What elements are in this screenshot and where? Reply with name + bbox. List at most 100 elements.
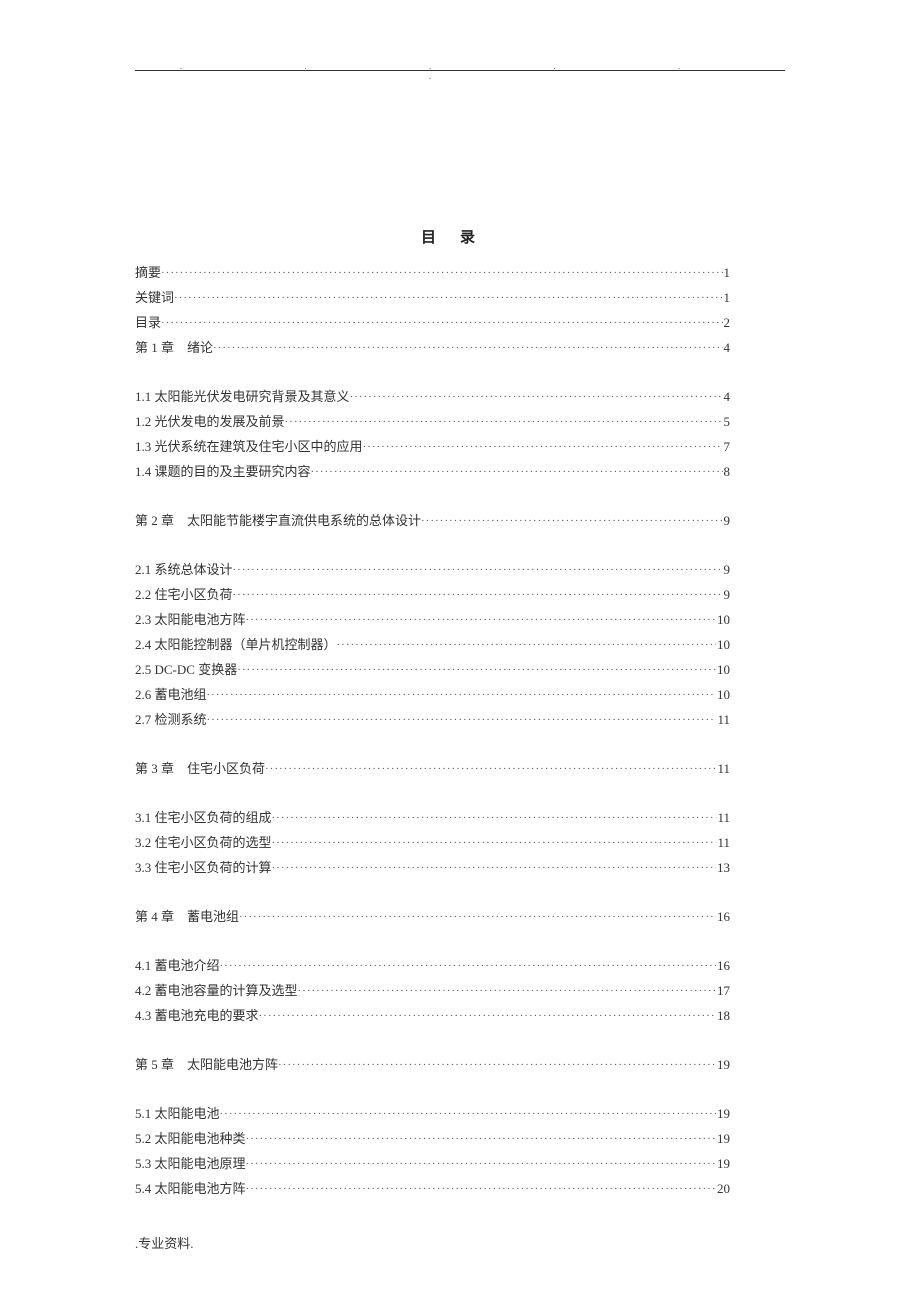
toc-leader-dots bbox=[278, 1053, 716, 1077]
toc-entry: 3.2 住宅小区负荷的选型 11 bbox=[135, 831, 730, 856]
toc-leader-dots bbox=[239, 905, 716, 929]
toc-leader-dots bbox=[350, 385, 723, 409]
toc-leader-dots bbox=[298, 979, 716, 1003]
toc-leader-dots bbox=[237, 658, 716, 682]
toc-label: 2.4 太阳能控制器（单片机控制器） bbox=[135, 633, 337, 657]
toc-entry: 目录 2 bbox=[135, 311, 730, 336]
toc-ch3-items: 3.1 住宅小区负荷的组成 11 3.2 住宅小区负荷的选型 11 3.3 住宅… bbox=[135, 806, 730, 881]
toc-label: 1.2 光伏发电的发展及前景 bbox=[135, 410, 285, 434]
toc-leader-dots bbox=[272, 806, 717, 830]
toc-page-number: 9 bbox=[723, 583, 731, 607]
toc-entry: 关键词 1 bbox=[135, 286, 730, 311]
toc-page-number: 11 bbox=[716, 806, 730, 830]
toc-page-number: 10 bbox=[716, 683, 730, 707]
toc-leader-dots bbox=[246, 1177, 716, 1201]
toc-entry: 4.3 蓄电池充电的要求 18 bbox=[135, 1004, 730, 1029]
toc-chapter-header: 第 4 章 蓄电池组 16 bbox=[135, 905, 730, 930]
toc-label: 摘要 bbox=[135, 261, 161, 285]
toc-entry: 3.3 住宅小区负荷的计算 13 bbox=[135, 856, 730, 881]
toc-label: 第 3 章 住宅小区负荷 bbox=[135, 757, 265, 781]
toc-entry: 2.2 住宅小区负荷 9 bbox=[135, 583, 730, 608]
toc-page-number: 11 bbox=[716, 757, 730, 781]
toc-leader-dots bbox=[233, 558, 723, 582]
toc-entry: 5.2 太阳能电池种类 19 bbox=[135, 1127, 730, 1152]
toc-label: 5.2 太阳能电池种类 bbox=[135, 1127, 246, 1151]
toc-entry: 4.1 蓄电池介绍 16 bbox=[135, 954, 730, 979]
toc-leader-dots bbox=[272, 856, 716, 880]
toc-entry: 4.2 蓄电池容量的计算及选型 17 bbox=[135, 979, 730, 1004]
toc-page-number: 19 bbox=[716, 1152, 730, 1176]
toc-label: 2.7 检测系统 bbox=[135, 708, 207, 732]
toc-label: 2.3 太阳能电池方阵 bbox=[135, 608, 246, 632]
toc-page-number: 10 bbox=[716, 608, 730, 632]
toc-front-matter: 摘要 1 关键词 1 目录 2 第 1 章 绪论 4 bbox=[135, 261, 730, 361]
toc-entry: 2.4 太阳能控制器（单片机控制器） 10 bbox=[135, 633, 730, 658]
toc-ch4-items: 4.1 蓄电池介绍 16 4.2 蓄电池容量的计算及选型 17 4.3 蓄电池充… bbox=[135, 954, 730, 1029]
toc-entry: 1.1 太阳能光伏发电研究背景及其意义 4 bbox=[135, 385, 730, 410]
toc-page-number: 19 bbox=[716, 1053, 730, 1077]
toc-label: 2.2 住宅小区负荷 bbox=[135, 583, 233, 607]
toc-label: 2.5 DC-DC 变换器 bbox=[135, 658, 237, 682]
toc-page-number: 1 bbox=[723, 286, 731, 310]
toc-page-number: 11 bbox=[716, 831, 730, 855]
toc-page-number: 17 bbox=[716, 979, 730, 1003]
toc-entry: 2.3 太阳能电池方阵 10 bbox=[135, 608, 730, 633]
toc-page-number: 1 bbox=[723, 261, 731, 285]
toc-leader-dots bbox=[311, 460, 723, 484]
toc-entry: 5.4 太阳能电池方阵 20 bbox=[135, 1177, 730, 1202]
toc-entry: 1.3 光伏系统在建筑及住宅小区中的应用 7 bbox=[135, 435, 730, 460]
footer-text: .专业资料. bbox=[135, 1233, 194, 1252]
toc-leader-dots bbox=[233, 583, 723, 607]
toc-page-number: 4 bbox=[723, 336, 731, 360]
toc-entry: 1.4 课题的目的及主要研究内容 8 bbox=[135, 460, 730, 485]
toc-entry: 5.3 太阳能电池原理 19 bbox=[135, 1152, 730, 1177]
toc-page-number: 20 bbox=[716, 1177, 730, 1201]
toc-entry: 2.1 系统总体设计 9 bbox=[135, 558, 730, 583]
toc-entry: 2.6 蓄电池组 10 bbox=[135, 683, 730, 708]
toc-leader-dots bbox=[272, 831, 717, 855]
toc-label: 5.4 太阳能电池方阵 bbox=[135, 1177, 246, 1201]
toc-page-number: 5 bbox=[723, 410, 731, 434]
toc-label: 5.3 太阳能电池原理 bbox=[135, 1152, 246, 1176]
toc-chapter-header: 第 2 章 太阳能节能楼宇直流供电系统的总体设计 9 bbox=[135, 509, 730, 534]
toc-entry: 1.2 光伏发电的发展及前景 5 bbox=[135, 410, 730, 435]
toc-leader-dots bbox=[246, 1152, 716, 1176]
toc-leader-dots bbox=[285, 410, 723, 434]
toc-label: 3.2 住宅小区负荷的选型 bbox=[135, 831, 272, 855]
toc-page-number: 9 bbox=[723, 509, 731, 533]
document-page: . . . . . . 目录 摘要 1 关键词 1 目录 2 第 1 章 绪 bbox=[0, 0, 920, 1242]
toc-label: 2.6 蓄电池组 bbox=[135, 683, 207, 707]
toc-leader-dots bbox=[337, 633, 716, 657]
toc-page-number: 16 bbox=[716, 905, 730, 929]
toc-leader-dots bbox=[265, 757, 716, 781]
toc-page-number: 2 bbox=[723, 311, 731, 335]
toc-leader-dots bbox=[220, 1102, 716, 1126]
toc-entry: 2.5 DC-DC 变换器 10 bbox=[135, 658, 730, 683]
toc-leader-dots bbox=[246, 1127, 716, 1151]
toc-label: 第 4 章 蓄电池组 bbox=[135, 905, 239, 929]
toc-page-number: 13 bbox=[716, 856, 730, 880]
toc-label: 第 2 章 太阳能节能楼宇直流供电系统的总体设计 bbox=[135, 509, 421, 533]
toc-label: 4.3 蓄电池充电的要求 bbox=[135, 1004, 259, 1028]
toc-chapter-header: 第 3 章 住宅小区负荷 11 bbox=[135, 757, 730, 782]
toc-leader-dots bbox=[161, 311, 722, 335]
toc-label: 5.1 太阳能电池 bbox=[135, 1102, 220, 1126]
toc-page-number: 8 bbox=[723, 460, 731, 484]
toc-page-number: 18 bbox=[716, 1004, 730, 1028]
toc-label: 1.4 课题的目的及主要研究内容 bbox=[135, 460, 311, 484]
toc-label: 1.1 太阳能光伏发电研究背景及其意义 bbox=[135, 385, 350, 409]
toc-page-number: 11 bbox=[716, 708, 730, 732]
toc-label: 1.3 光伏系统在建筑及住宅小区中的应用 bbox=[135, 435, 363, 459]
toc-title: 目录 bbox=[135, 226, 785, 247]
toc-leader-dots bbox=[213, 336, 722, 360]
toc-label: 3.3 住宅小区负荷的计算 bbox=[135, 856, 272, 880]
toc-label: 3.1 住宅小区负荷的组成 bbox=[135, 806, 272, 830]
toc-content: 摘要 1 关键词 1 目录 2 第 1 章 绪论 4 1.1 太阳 bbox=[135, 261, 730, 1202]
toc-leader-dots bbox=[174, 286, 722, 310]
toc-page-number: 19 bbox=[716, 1127, 730, 1151]
toc-leader-dots bbox=[161, 261, 722, 285]
toc-leader-dots bbox=[220, 954, 716, 978]
toc-page-number: 10 bbox=[716, 633, 730, 657]
toc-label: 关键词 bbox=[135, 286, 174, 310]
toc-entry: 5.1 太阳能电池 19 bbox=[135, 1102, 730, 1127]
